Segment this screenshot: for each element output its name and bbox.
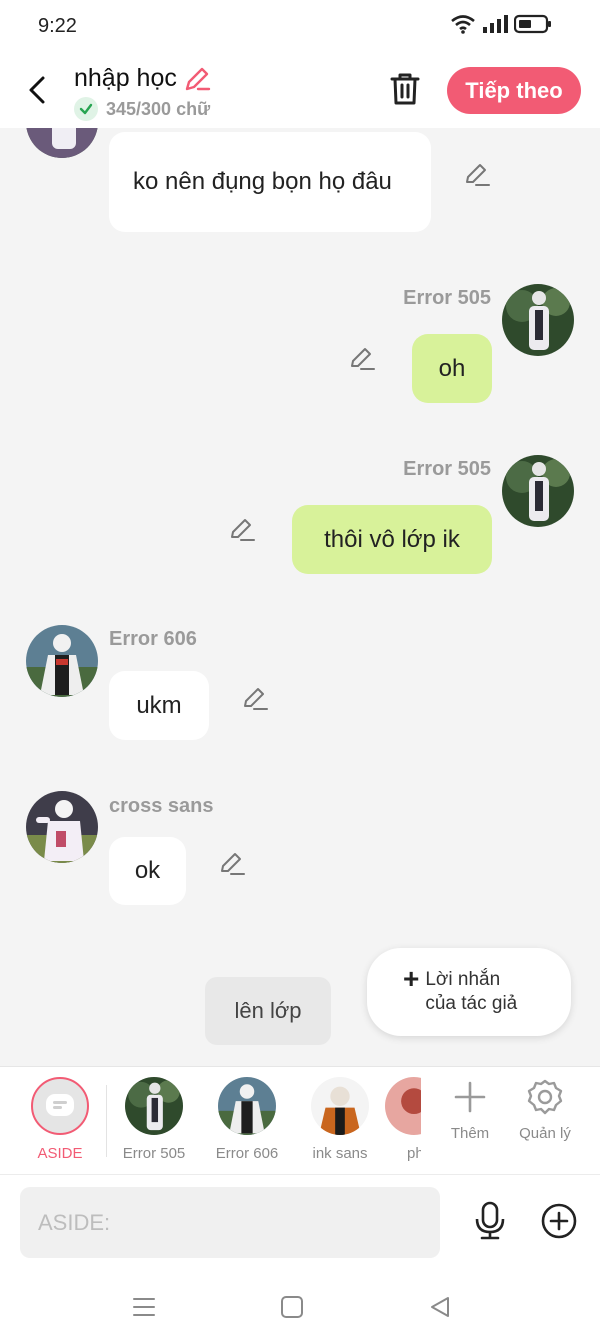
character-name: ASIDE: [37, 1145, 83, 1162]
add-character-button[interactable]: Thêm: [430, 1077, 510, 1142]
input-area: ASIDE:: [0, 1174, 600, 1274]
avatar[interactable]: [26, 791, 98, 863]
manage-button[interactable]: Quản lý: [505, 1077, 585, 1142]
gear-icon: [527, 1079, 563, 1115]
message-bubble[interactable]: ok: [109, 837, 186, 905]
chat-bubble-icon: [46, 1094, 74, 1116]
character-name: Error 505: [122, 1145, 186, 1162]
plus-icon: [454, 1081, 486, 1113]
edit-message-icon[interactable]: [348, 344, 376, 372]
avatar[interactable]: [502, 455, 574, 527]
trash-icon: [390, 73, 420, 105]
edit-message-icon[interactable]: [218, 849, 246, 877]
message-bubble[interactable]: thôi vô lớp ik: [292, 505, 492, 574]
add-label: Thêm: [450, 1125, 490, 1142]
character-aside[interactable]: ASIDE: [15, 1077, 105, 1162]
home-icon[interactable]: [279, 1294, 305, 1320]
pencil-icon[interactable]: [183, 65, 211, 93]
character-ink-sans[interactable]: ink sans: [295, 1077, 385, 1162]
avatar: [218, 1077, 276, 1135]
message-bubble[interactable]: ukm: [109, 671, 209, 740]
delete-button[interactable]: [386, 70, 424, 108]
message-bubble[interactable]: oh: [412, 334, 492, 403]
plus-icon: +: [403, 963, 420, 994]
signal-icon: [483, 15, 508, 33]
aside-avatar: [31, 1077, 89, 1135]
sender-name: Error 505: [403, 458, 491, 480]
message-input[interactable]: ASIDE:: [20, 1187, 440, 1258]
battery-icon: [514, 14, 551, 34]
narration-bubble[interactable]: lên lớp: [205, 977, 331, 1045]
edit-message-icon[interactable]: [463, 160, 491, 188]
message-text: oh: [438, 354, 466, 382]
status-bar: 9:22: [0, 0, 600, 52]
microphone-icon[interactable]: [472, 1201, 508, 1241]
word-count: 345/300 chữ: [74, 97, 210, 121]
character-bar: ASIDE Error 505 Error 606 ink sans ph Th…: [0, 1066, 600, 1174]
character-error-505[interactable]: Error 505: [109, 1077, 199, 1162]
avatar: [311, 1077, 369, 1135]
edit-message-icon[interactable]: [228, 515, 256, 543]
message-text: ukm: [136, 691, 182, 719]
message-text: thôi vô lớp ik: [324, 525, 460, 553]
header: nhập học 345/300 chữ Tiếp theo: [0, 52, 600, 128]
avatar[interactable]: [502, 284, 574, 356]
character-name: ink sans: [312, 1145, 368, 1162]
message-text: ko nên đụng bọn họ đâu: [133, 168, 392, 195]
character-partial[interactable]: ph: [375, 1077, 421, 1162]
author-note-button[interactable]: + Lời nhắn của tác giả: [367, 948, 571, 1036]
back-button[interactable]: [22, 70, 52, 110]
author-note-label: Lời nhắn của tác giả: [425, 969, 518, 1014]
edit-message-icon[interactable]: [241, 684, 269, 712]
sender-name: Error 505: [403, 287, 491, 309]
character-name: ph: [407, 1145, 421, 1162]
story-title-text: nhập học: [74, 64, 177, 92]
next-button[interactable]: Tiếp theo: [447, 67, 581, 114]
back-nav-icon[interactable]: [427, 1294, 453, 1320]
add-circle-icon[interactable]: [541, 1203, 577, 1239]
status-icons: [450, 14, 552, 34]
check-icon: [74, 97, 98, 121]
wifi-icon: [451, 15, 475, 34]
message-bubble[interactable]: ko nên đụng bọn họ đâu: [109, 132, 431, 232]
avatar[interactable]: [26, 625, 98, 697]
status-time: 9:22: [38, 15, 77, 37]
character-name: Error 606: [215, 1145, 279, 1162]
character-error-606[interactable]: Error 606: [202, 1077, 292, 1162]
system-nav-bar: [0, 1274, 600, 1343]
word-count-text: 345/300 chữ: [106, 98, 211, 119]
sender-name: cross sans: [109, 795, 214, 817]
avatar: [125, 1077, 183, 1135]
avatar: [385, 1077, 421, 1135]
story-title[interactable]: nhập học: [74, 64, 211, 93]
sender-name: Error 606: [109, 628, 197, 650]
menu-icon[interactable]: [131, 1294, 157, 1320]
manage-label: Quản lý: [519, 1125, 571, 1142]
divider: [106, 1085, 107, 1157]
chevron-left-icon: [29, 76, 45, 104]
message-text: ok: [134, 857, 161, 884]
